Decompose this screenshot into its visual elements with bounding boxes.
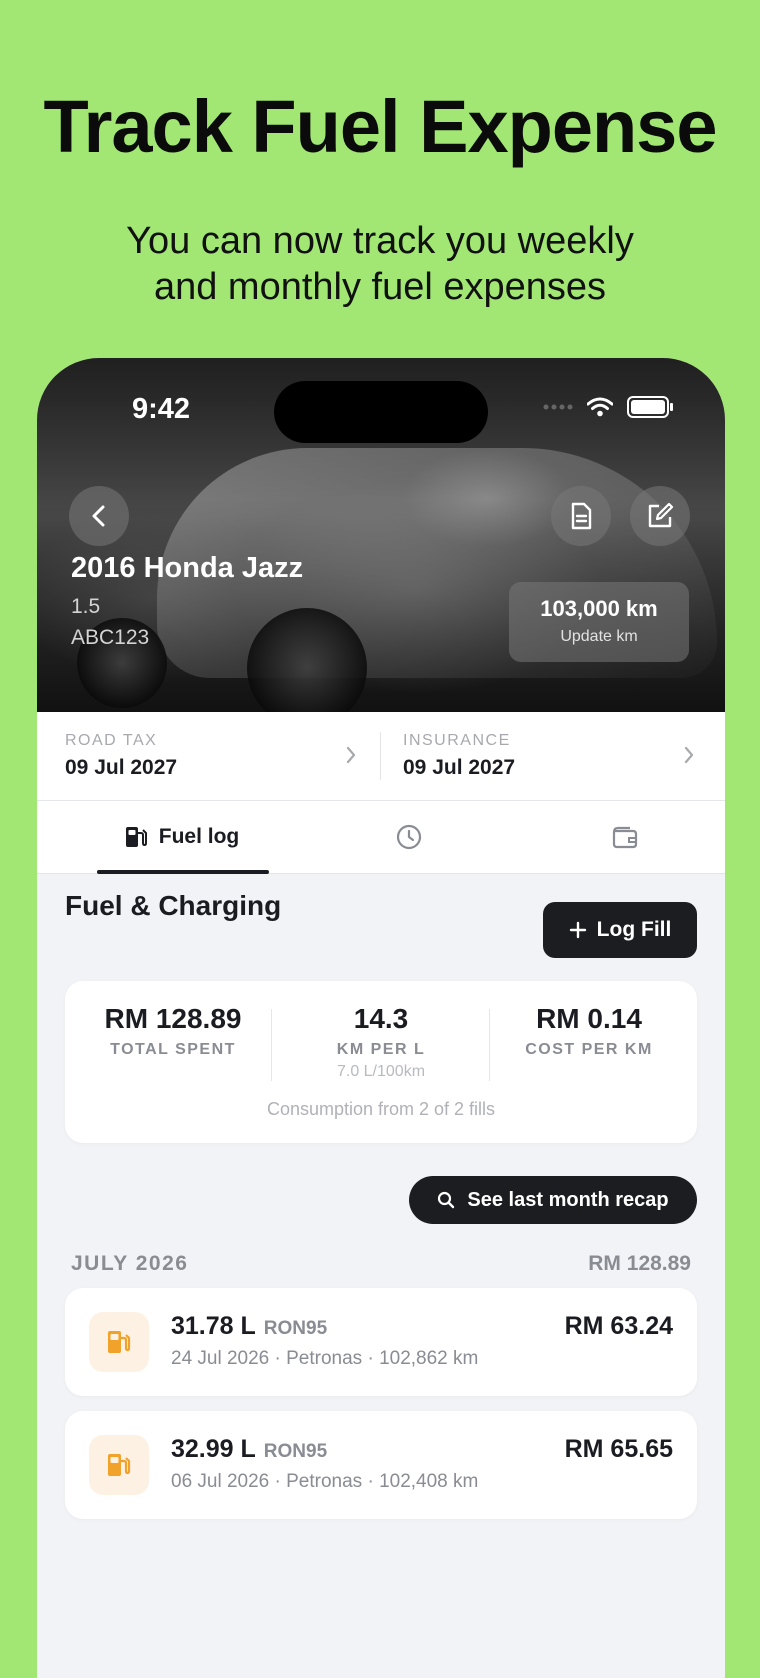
vehicle-engine: 1.5 bbox=[71, 595, 101, 618]
clock-icon bbox=[396, 824, 422, 850]
insurance-item[interactable]: INSURANCE 09 Jul 2027 bbox=[375, 712, 719, 800]
chevron-right-icon bbox=[684, 746, 694, 764]
log-fill-label: Log Fill bbox=[596, 918, 672, 941]
back-button[interactable] bbox=[69, 486, 129, 546]
promo-subline: You can now track you weekly and monthly… bbox=[0, 218, 760, 310]
vehicle-hero-image: 9:42 2016 Honda Jazz 1.5 ABC123 103,000 … bbox=[37, 358, 725, 728]
road-tax-label: ROAD TAX bbox=[65, 732, 158, 749]
month-total: RM 128.89 bbox=[588, 1252, 691, 1275]
fill-entry[interactable]: 31.78 L RON95 24 Jul 2026 · Petronas · 10… bbox=[65, 1288, 697, 1396]
stat-label: KM PER L bbox=[336, 1041, 426, 1058]
status-icons bbox=[543, 396, 673, 418]
fill-amount: RM 65.65 bbox=[564, 1435, 673, 1463]
odometer-action-label: Update km bbox=[560, 628, 638, 645]
document-icon bbox=[571, 502, 592, 530]
fill-litres-value: 31.78 L bbox=[171, 1312, 256, 1340]
dynamic-island bbox=[274, 381, 488, 443]
signal-dots-icon bbox=[543, 404, 573, 410]
renewal-dates-bar: ROAD TAX 09 Jul 2027 INSURANCE 09 Jul 20… bbox=[37, 712, 725, 801]
wallet-icon bbox=[612, 826, 638, 849]
tab-bar: Fuel log bbox=[37, 801, 725, 874]
phone-frame: 9:42 2016 Honda Jazz 1.5 ABC123 103,000 … bbox=[37, 358, 725, 1678]
insurance-date: 09 Jul 2027 bbox=[403, 756, 516, 779]
divider bbox=[271, 1009, 272, 1081]
fill-volume: 31.78 L RON95 bbox=[171, 1312, 327, 1341]
fuel-grade: RON95 bbox=[263, 1318, 328, 1339]
log-fill-button[interactable]: Log Fill bbox=[543, 902, 697, 958]
fuel-pump-icon bbox=[125, 827, 147, 847]
documents-button[interactable] bbox=[551, 486, 611, 546]
fill-entry[interactable]: 32.99 L RON95 06 Jul 2026 · Petronas · 10… bbox=[65, 1411, 697, 1519]
stat-sub-value: 7.0 L/100km bbox=[336, 1063, 426, 1080]
stat-value: RM 0.14 bbox=[536, 1003, 642, 1034]
odometer-value: 103,000 km bbox=[540, 596, 658, 621]
chevron-left-icon bbox=[92, 505, 105, 527]
fill-volume: 32.99 L RON95 bbox=[171, 1435, 327, 1464]
month-header: JULY 2026 bbox=[71, 1252, 189, 1275]
fill-meta: 06 Jul 2026 · Petronas · 102,408 km bbox=[171, 1471, 479, 1492]
stat-value: RM 128.89 bbox=[104, 1003, 242, 1034]
stat-km-per-l: 14.3 KM PER L 7.0 L/100km bbox=[281, 1003, 481, 1081]
promo-headline: Track Fuel Expense bbox=[43, 85, 717, 168]
stat-label: TOTAL SPENT bbox=[110, 1041, 236, 1058]
fuel-pump-icon bbox=[108, 1331, 131, 1353]
edit-icon bbox=[648, 502, 674, 528]
fuel-pump-icon bbox=[108, 1454, 131, 1476]
edit-vehicle-button[interactable] bbox=[630, 486, 690, 546]
tab-expenses[interactable] bbox=[611, 823, 639, 856]
tab-fuel-log-label: Fuel log bbox=[158, 825, 240, 848]
fuel-stats-card: RM 128.89 TOTAL SPENT 14.3 KM PER L 7.0 … bbox=[65, 981, 697, 1143]
tab-history[interactable] bbox=[395, 823, 423, 856]
stat-total-spent: RM 128.89 TOTAL SPENT bbox=[73, 1003, 273, 1059]
last-month-recap-button[interactable]: See last month recap bbox=[409, 1176, 697, 1224]
section-title: Fuel & Charging bbox=[65, 890, 282, 921]
status-time: 9:42 bbox=[132, 393, 191, 425]
road-tax-item[interactable]: ROAD TAX 09 Jul 2027 bbox=[37, 712, 381, 800]
stat-value: 14.3 bbox=[353, 1003, 409, 1034]
active-tab-indicator bbox=[97, 870, 269, 874]
vehicle-plate: ABC123 bbox=[71, 626, 150, 649]
stat-label: COST PER KM bbox=[525, 1041, 653, 1058]
plus-icon bbox=[569, 921, 586, 939]
promo-subline-line-2: and monthly fuel expenses bbox=[153, 266, 607, 308]
recap-label: See last month recap bbox=[467, 1188, 669, 1211]
fuel-icon-badge bbox=[89, 1435, 149, 1495]
fuel-grade: RON95 bbox=[263, 1441, 328, 1462]
fill-amount: RM 63.24 bbox=[564, 1312, 673, 1340]
road-tax-date: 09 Jul 2027 bbox=[65, 756, 178, 779]
vehicle-name: 2016 Honda Jazz bbox=[71, 552, 304, 584]
battery-icon bbox=[627, 396, 673, 418]
search-icon bbox=[438, 1191, 455, 1209]
stat-cost-per-km: RM 0.14 COST PER KM bbox=[489, 1003, 689, 1059]
fuel-icon-badge bbox=[89, 1312, 149, 1372]
insurance-label: INSURANCE bbox=[403, 732, 511, 749]
update-odometer-button[interactable]: 103,000 km Update km bbox=[509, 582, 689, 662]
tab-fuel-log[interactable]: Fuel log bbox=[97, 801, 267, 873]
wifi-icon bbox=[587, 397, 613, 417]
fill-litres-value: 32.99 L bbox=[171, 1435, 256, 1463]
chevron-right-icon bbox=[346, 746, 356, 764]
consumption-note: Consumption from 2 of 2 fills bbox=[266, 1099, 496, 1119]
promo-subline-line-1: You can now track you weekly bbox=[126, 220, 634, 262]
fill-meta: 24 Jul 2026 · Petronas · 102,862 km bbox=[171, 1348, 479, 1369]
